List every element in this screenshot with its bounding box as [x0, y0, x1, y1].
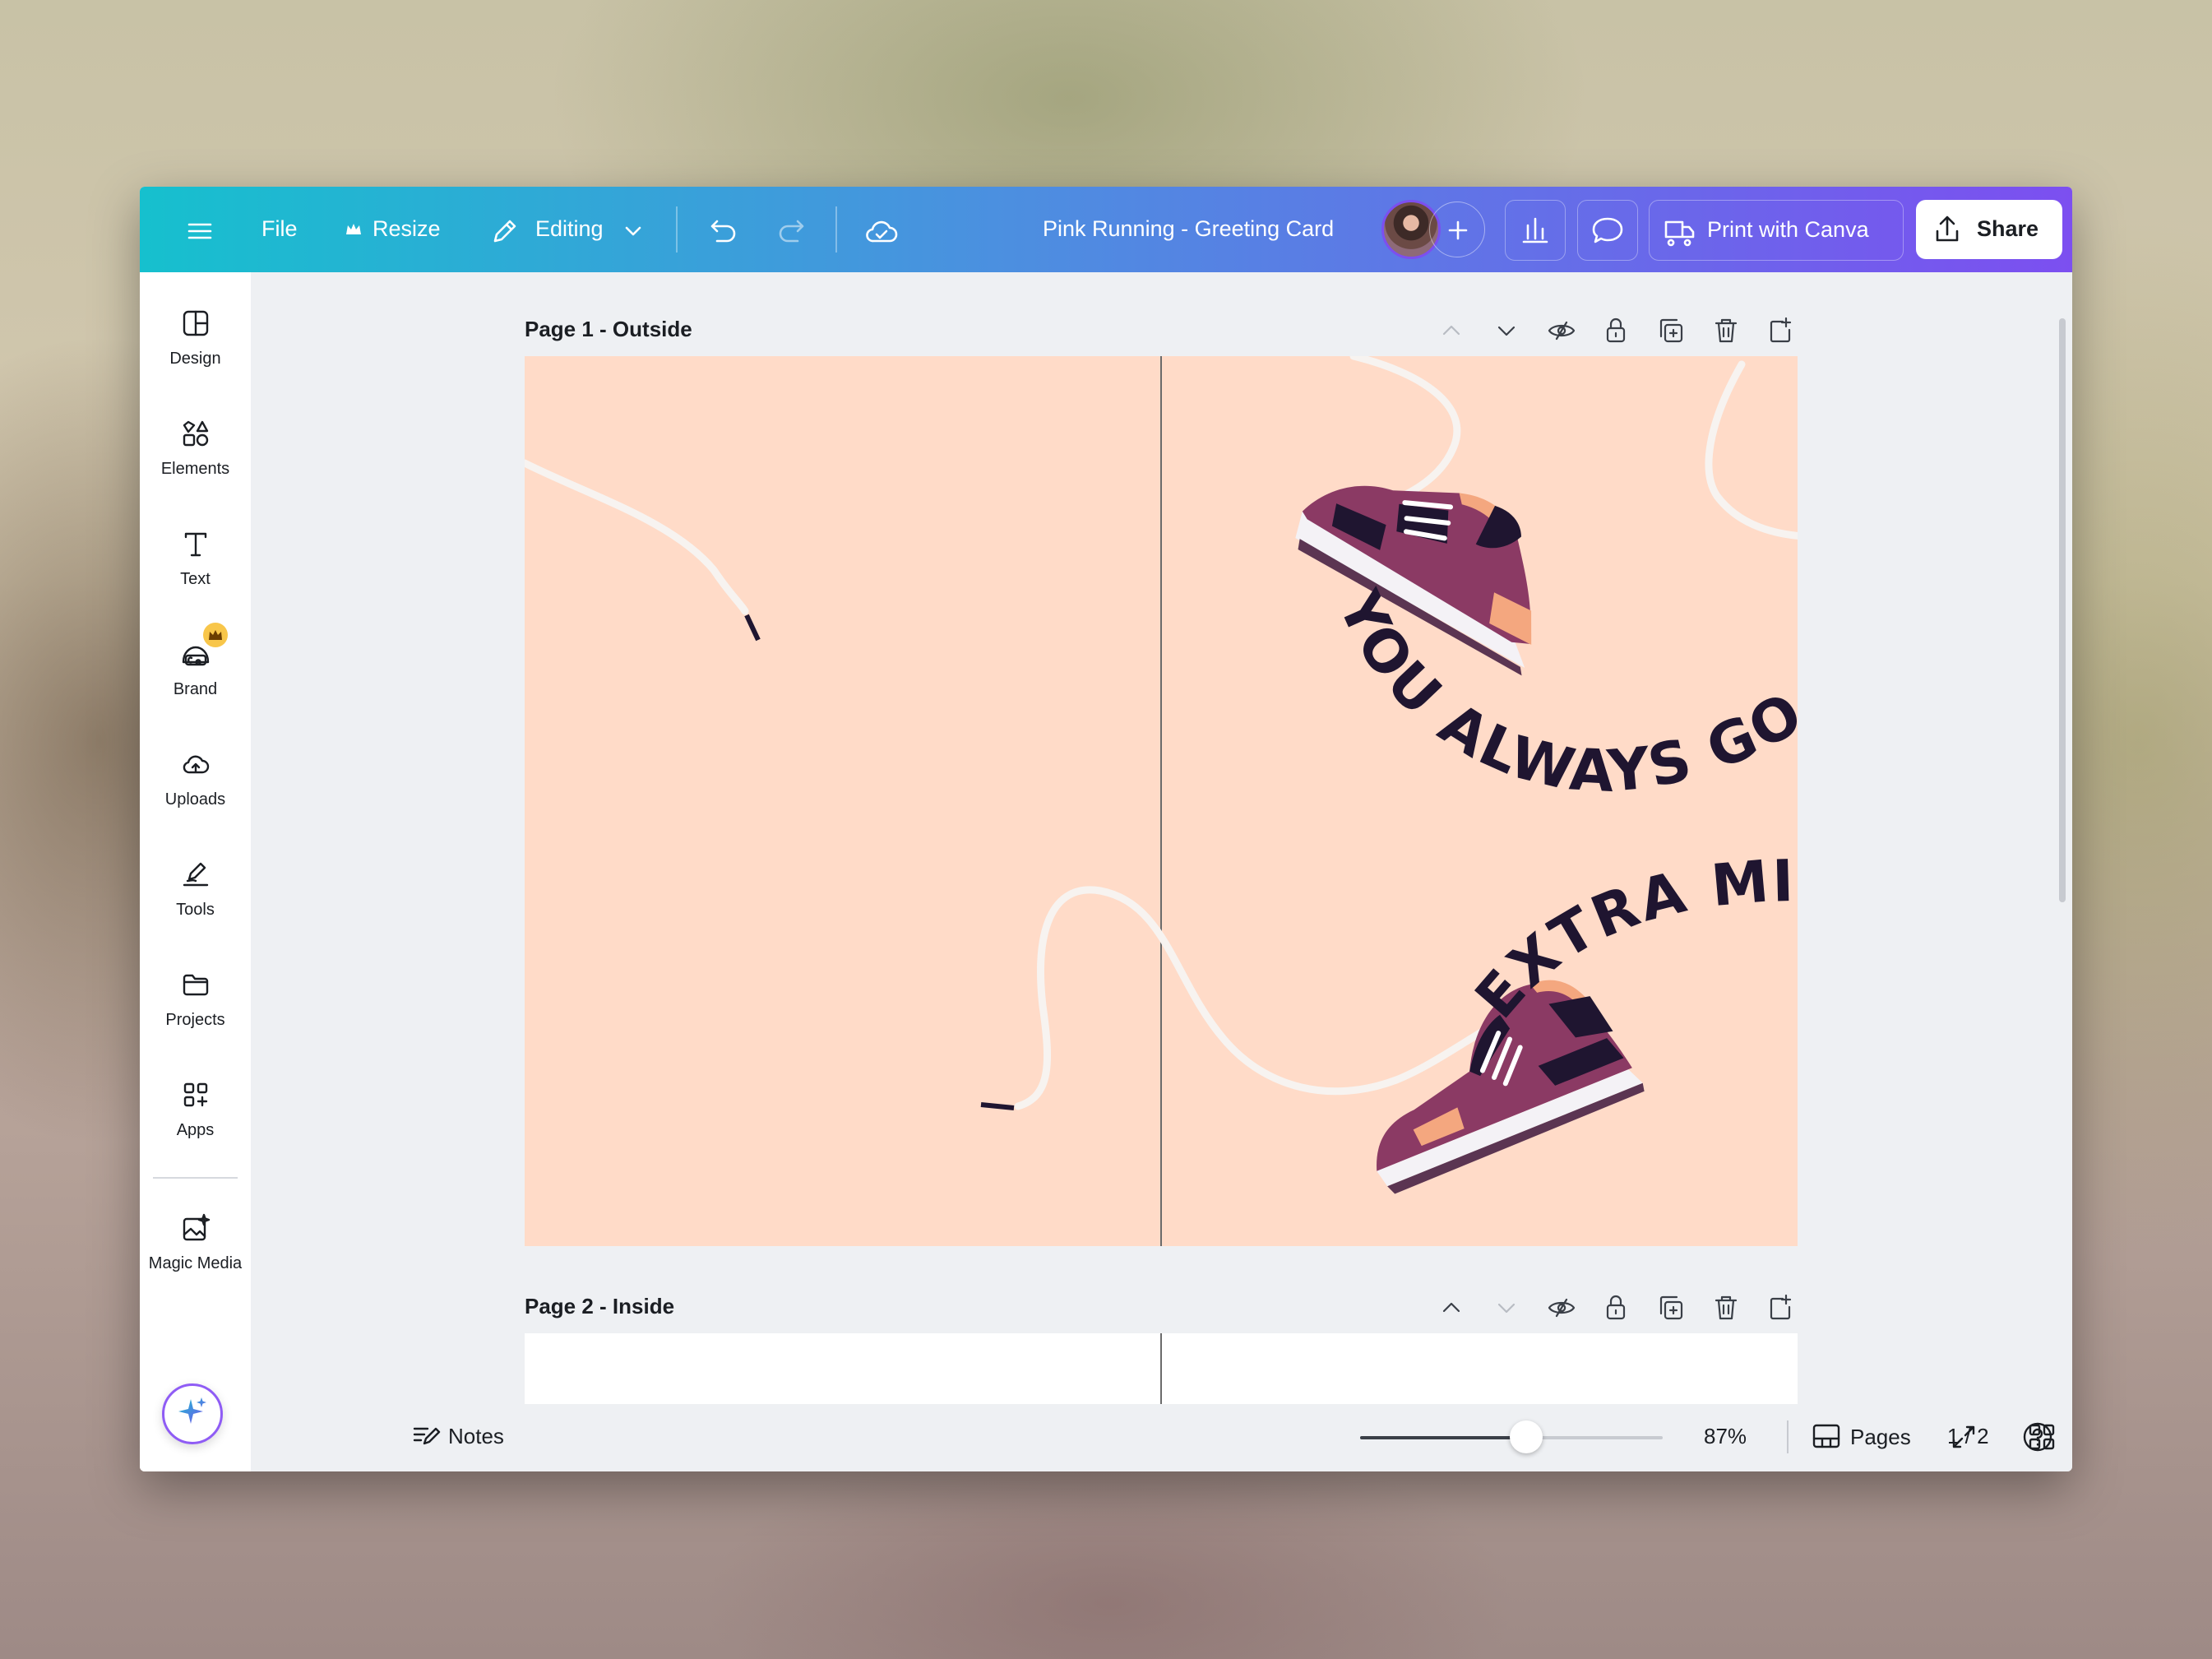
sparkle-icon — [178, 1397, 206, 1424]
sidebar-item-label: Projects — [165, 1011, 225, 1029]
move-page-down-icon[interactable] — [1486, 1287, 1527, 1328]
sidebar-item-label: Uploads — [164, 790, 226, 809]
notes-button[interactable]: Notes — [411, 1419, 518, 1452]
shoelace — [1014, 886, 1532, 1110]
sidebar-item-label: Tools — [176, 901, 215, 919]
insights-button[interactable] — [1505, 200, 1566, 261]
add-page-icon[interactable] — [1760, 1287, 1801, 1328]
running-shoe — [1295, 485, 1532, 676]
vertical-scrollbar[interactable] — [2059, 318, 2066, 902]
delete-page-icon[interactable] — [1705, 310, 1747, 351]
zoom-percentage[interactable]: 87% — [1704, 1424, 1747, 1449]
page-1-canvas[interactable]: YOU ALWAYS GO THE EXTRA MILE — [525, 356, 1798, 1246]
lock-page-icon[interactable] — [1595, 310, 1636, 351]
shapes-icon — [183, 420, 208, 447]
duplicate-page-icon[interactable] — [1650, 310, 1691, 351]
pages-label: Pages — [1850, 1425, 1911, 1449]
sidebar-item-label: Apps — [176, 1121, 215, 1139]
page-title[interactable]: Page 2 - Inside — [525, 1294, 674, 1319]
sidebar-item-uploads[interactable]: Uploads — [140, 748, 251, 809]
magic-media-icon — [183, 1213, 210, 1241]
pencil-icon — [488, 215, 521, 248]
top-toolbar: File Resize Editing Pink Running - Greet… — [140, 187, 2072, 272]
cloud-saved-icon[interactable] — [862, 211, 901, 251]
editing-mode-dropdown[interactable]: Editing — [535, 216, 604, 242]
lace-tip — [980, 1102, 1015, 1110]
sidebar-item-tools[interactable]: Tools — [140, 858, 251, 920]
add-collaborator-button[interactable] — [1429, 202, 1485, 257]
layout-icon — [183, 310, 208, 336]
crown-icon — [344, 220, 363, 239]
sidebar-item-label: Text — [180, 570, 211, 588]
page-2-actions — [1431, 1287, 1924, 1328]
add-page-icon[interactable] — [1760, 310, 1801, 351]
hide-page-icon[interactable] — [1541, 1287, 1582, 1328]
pages-icon — [1812, 1424, 1840, 1448]
folder-icon — [183, 974, 208, 996]
print-label: Print with Canva — [1707, 217, 1869, 242]
chevron-down-icon[interactable] — [622, 220, 645, 243]
lace-tip — [744, 614, 761, 642]
move-page-down-icon[interactable] — [1486, 310, 1527, 351]
move-page-up-icon[interactable] — [1431, 1287, 1472, 1328]
bottom-bar: Notes 87% Pages 1 / 2 — [251, 1404, 2072, 1471]
sidebar-item-label: Magic Media — [148, 1254, 243, 1272]
headline-text-line-2: EXTRA MILE — [1462, 847, 1798, 1031]
notes-icon — [413, 1427, 441, 1445]
undo-icon[interactable] — [704, 213, 740, 249]
shoelace — [525, 459, 749, 615]
page-title[interactable]: Page 1 - Outside — [525, 317, 692, 342]
left-sidebar: Design Elements Text Brand Uploads Tools… — [140, 272, 251, 1471]
delete-page-icon[interactable] — [1705, 1287, 1747, 1328]
pages-button[interactable]: Pages — [1811, 1419, 1934, 1455]
print-with-canva-button[interactable]: Print with Canva — [1649, 200, 1904, 261]
resize-button[interactable]: Resize — [373, 216, 441, 242]
zoom-slider-thumb[interactable] — [1510, 1420, 1543, 1453]
zoom-slider-fill — [1360, 1436, 1526, 1439]
document-title[interactable]: Pink Running - Greeting Card — [1043, 216, 1334, 242]
help-icon[interactable] — [2021, 1420, 2054, 1453]
premium-badge — [203, 623, 228, 647]
share-label: Share — [1977, 216, 2039, 241]
apps-icon — [183, 1082, 207, 1107]
share-button[interactable]: Share — [1916, 200, 2062, 259]
sidebar-item-elements[interactable]: Elements — [140, 417, 251, 479]
pen-icon — [183, 862, 208, 887]
duplicate-page-icon[interactable] — [1650, 1287, 1691, 1328]
hide-page-icon[interactable] — [1541, 310, 1582, 351]
fold-line — [1160, 1333, 1162, 1416]
card-artwork: YOU ALWAYS GO THE EXTRA MILE — [525, 356, 1798, 1246]
page-2-canvas[interactable] — [525, 1333, 1798, 1416]
truck-icon — [1664, 220, 1695, 247]
lock-page-icon[interactable] — [1595, 1287, 1636, 1328]
sidebar-item-design[interactable]: Design — [140, 307, 251, 368]
shoelace — [1705, 360, 1798, 540]
text-icon — [184, 532, 206, 557]
toolbar-divider — [835, 206, 837, 253]
move-page-up-icon[interactable] — [1431, 310, 1472, 351]
redo-icon[interactable] — [775, 213, 811, 249]
file-menu[interactable]: File — [261, 216, 298, 242]
cloud-upload-icon — [183, 755, 209, 774]
bottom-divider — [1787, 1420, 1789, 1453]
menu-icon[interactable] — [183, 215, 215, 248]
magic-assistant-button-face[interactable] — [162, 1383, 223, 1444]
sidebar-item-apps[interactable]: Apps — [140, 1078, 251, 1140]
toolbar-divider — [676, 206, 678, 253]
sidebar-divider — [153, 1177, 238, 1179]
share-icon — [1936, 215, 1959, 242]
sidebar-item-brand[interactable]: Brand — [140, 637, 251, 699]
editor-window: File Resize Editing Pink Running - Greet… — [140, 187, 2072, 1471]
zoom-slider[interactable] — [1360, 1420, 1663, 1453]
page-1-actions — [1431, 310, 1924, 351]
sidebar-item-label: Design — [169, 350, 221, 368]
comments-button[interactable] — [1577, 200, 1638, 261]
sidebar-item-label: Elements — [160, 460, 230, 478]
sidebar-item-label: Brand — [173, 680, 218, 698]
notes-label: Notes — [448, 1424, 504, 1448]
sidebar-item-text[interactable]: Text — [140, 527, 251, 589]
sidebar-item-projects[interactable]: Projects — [140, 968, 251, 1030]
sidebar-item-magic-media[interactable]: Magic Media — [140, 1212, 251, 1273]
fullscreen-icon[interactable] — [1947, 1420, 1980, 1453]
